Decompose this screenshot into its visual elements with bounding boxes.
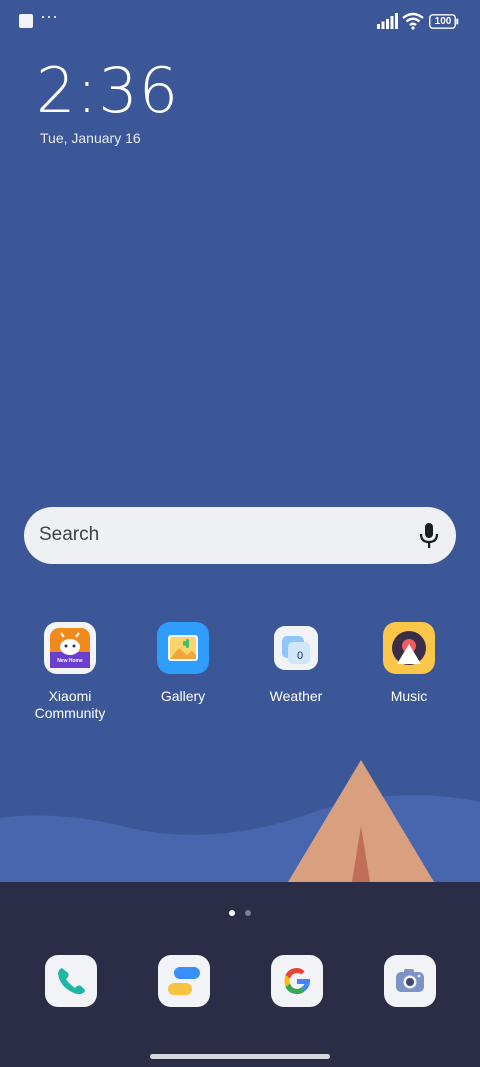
clock-date[interactable]: Tue, January 16: [40, 130, 141, 146]
gallery-icon: [157, 622, 209, 674]
weather-icon: 0: [274, 626, 318, 670]
app-label: Gallery: [160, 688, 206, 704]
microphone-icon[interactable]: [418, 522, 440, 550]
messaging-app[interactable]: [158, 955, 210, 1007]
camera-icon: [396, 969, 424, 992]
xiaomi-community-icon: New Home: [44, 622, 96, 674]
gesture-bar[interactable]: [150, 1054, 330, 1059]
phone-app[interactable]: [45, 955, 97, 1007]
app-label: Weather: [269, 688, 323, 704]
weather-badge: 0: [297, 650, 303, 662]
app-xiaomi-community[interactable]: New Home Xiaomi Community: [20, 622, 120, 722]
search-bar[interactable]: Search: [24, 507, 456, 564]
more-notifications-icon: ···: [40, 6, 58, 26]
wifi-icon: [402, 12, 424, 30]
xiaomi-badge-text: New Home: [57, 658, 83, 664]
phone-icon: [58, 968, 85, 995]
page-indicator[interactable]: [229, 910, 253, 918]
app-label: Xiaomi Community: [34, 688, 106, 721]
messaging-icon: [168, 967, 200, 995]
page-dot-active[interactable]: [229, 910, 235, 916]
app-gallery[interactable]: Gallery: [133, 622, 233, 705]
app-music[interactable]: Music: [359, 622, 459, 705]
search-placeholder: Search: [39, 524, 100, 545]
status-bar: ··· 100: [0, 0, 480, 42]
battery-level: 100: [434, 16, 452, 27]
wallpaper-landscape: [0, 760, 480, 882]
google-app[interactable]: [271, 955, 323, 1007]
page-dot[interactable]: [245, 910, 251, 916]
music-icon: [383, 622, 435, 674]
google-icon: [284, 968, 310, 994]
app-label: Music: [390, 688, 428, 704]
clock-time[interactable]: 2:36: [36, 58, 179, 124]
app-weather[interactable]: 0 Weather: [246, 622, 346, 705]
camera-app[interactable]: [384, 955, 436, 1007]
cellular-signal-icon: [377, 13, 398, 29]
notification-icon: [19, 14, 33, 28]
dock: [0, 882, 480, 1067]
